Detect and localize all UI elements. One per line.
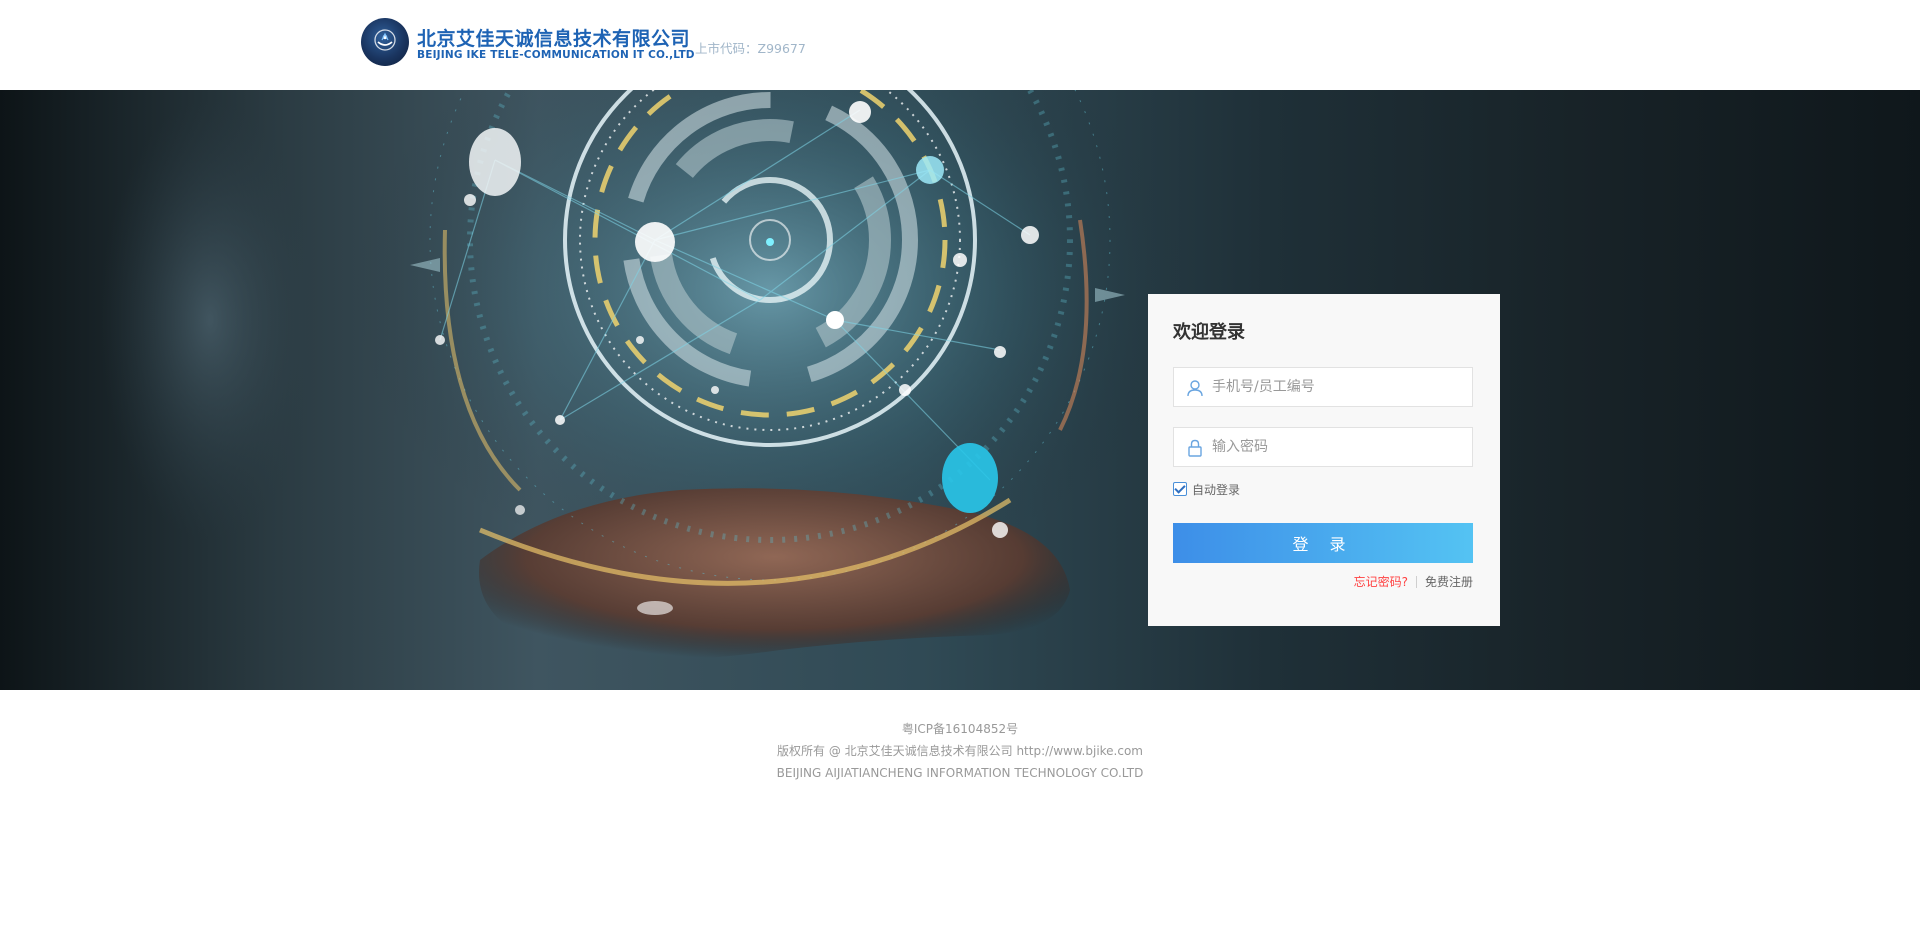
remember-label: 自动登录 — [1192, 482, 1241, 497]
blurred-arm — [100, 100, 320, 540]
forgot-password-link[interactable]: 忘记密码? — [1354, 573, 1408, 590]
remember-checkbox[interactable] — [1173, 482, 1187, 496]
hero-banner: 欢迎登录 自动登录 登 录 忘记密码? 免费注册 — [0, 90, 1920, 690]
password-field[interactable] — [1173, 427, 1473, 467]
company-name-en: BEIJING IKE TELE-COMMUNICATION IT CO.,LT… — [417, 49, 695, 61]
register-link[interactable]: 免费注册 — [1425, 573, 1473, 590]
username-input[interactable] — [1212, 368, 1467, 406]
logo-mark-icon — [374, 29, 396, 51]
login-links: 忘记密码? 免费注册 — [1354, 573, 1473, 590]
stock-code: 上市代码：Z99677 — [695, 41, 806, 56]
copyright-text: 版权所有 @ 北京艾佳天诚信息技术有限公司 http://www.bjike.c… — [777, 744, 1143, 758]
password-input[interactable] — [1212, 428, 1467, 466]
login-button[interactable]: 登 录 — [1173, 523, 1473, 563]
remember-me[interactable]: 自动登录 — [1173, 481, 1240, 497]
company-name-cn: 北京艾佳天诚信息技术有限公司 — [417, 28, 691, 50]
lock-icon — [1188, 439, 1202, 457]
tech-hologram-illustration — [100, 90, 1190, 660]
login-panel: 欢迎登录 自动登录 登 录 忘记密码? 免费注册 — [1148, 294, 1500, 626]
icp-number: 粤ICP备16104852号 — [901, 722, 1019, 736]
username-field[interactable] — [1173, 367, 1473, 407]
links-divider — [1415, 575, 1417, 588]
user-icon — [1187, 380, 1203, 397]
login-title: 欢迎登录 — [1173, 322, 1245, 343]
company-logo[interactable] — [361, 18, 409, 66]
page-header: 北京艾佳天诚信息技术有限公司 BEIJING IKE TELE-COMMUNIC… — [0, 0, 1920, 90]
company-name-en-footer: BEIJING AIJIATIANCHENG INFORMATION TECHN… — [776, 766, 1144, 780]
